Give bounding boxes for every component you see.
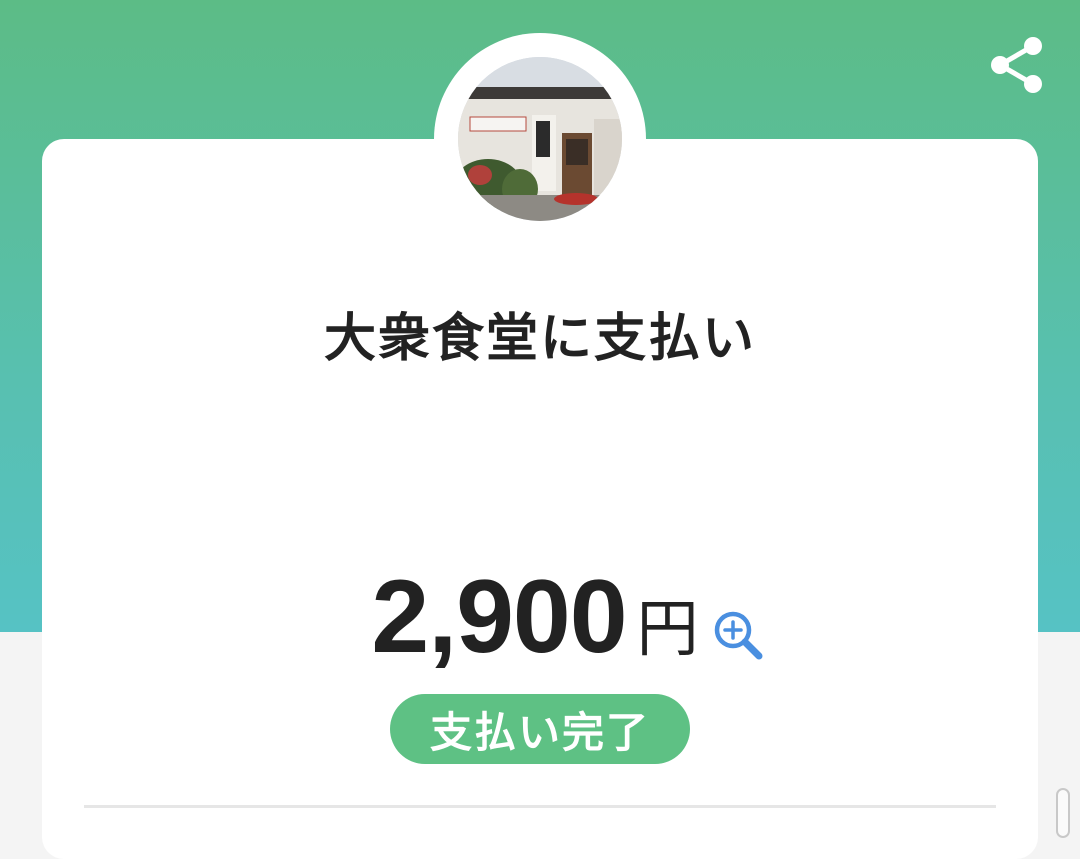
amount-row: 2,900 円 [0, 562, 1080, 672]
share-button[interactable] [984, 32, 1050, 98]
page-title: 大衆食堂に支払い [323, 309, 756, 369]
store-photo [458, 57, 622, 221]
zoom-in-icon [714, 611, 763, 660]
status-badge: 支払い完了 [390, 694, 690, 764]
merchant-avatar [458, 57, 622, 221]
divider [84, 805, 996, 808]
currency-unit: 円 [636, 592, 699, 665]
zoom-button[interactable] [711, 608, 767, 664]
payment-amount: 2,900 [371, 559, 627, 675]
share-icon [991, 37, 1042, 93]
scrollbar-handle[interactable] [1056, 788, 1070, 838]
